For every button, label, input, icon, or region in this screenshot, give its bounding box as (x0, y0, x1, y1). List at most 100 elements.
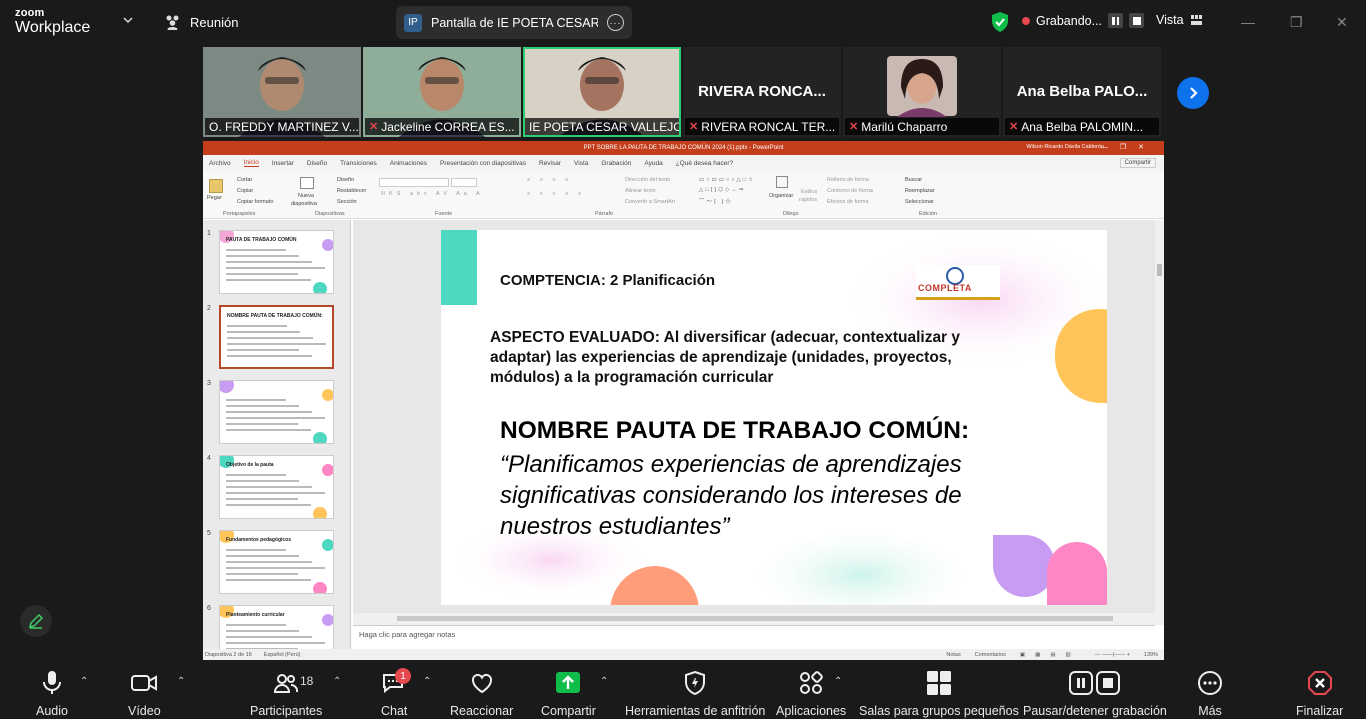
select-button[interactable]: Seleccionar (905, 199, 934, 205)
paste-icon[interactable] (209, 179, 223, 193)
arrange-icon[interactable] (776, 176, 788, 188)
ppt-tab[interactable]: Ayuda (644, 160, 662, 167)
ppt-ribbon: Pegar Cortar Copiar Copiar formato Nueva… (203, 171, 1164, 219)
participant-tile[interactable]: O. FREDDY MARTINEZ V... (203, 47, 361, 137)
shape-effects-button[interactable]: Efectos de forma (827, 199, 869, 205)
replace-button[interactable]: Reemplazar (905, 188, 935, 194)
ppt-tab[interactable]: Archivo (209, 160, 231, 167)
next-page-button[interactable] (1177, 77, 1209, 109)
align-text-button[interactable]: Alinear texto (625, 188, 656, 194)
ppt-tab[interactable]: Vista (574, 160, 588, 167)
notes-pane[interactable]: Haga clic para agregar notas (353, 625, 1155, 649)
breakout-rooms-button[interactable]: Salas para grupos pequeños (859, 670, 1019, 718)
text-direction-button[interactable]: Dirección del texto (625, 177, 670, 183)
slide-canvas: COMPTENCIA: 2 Planificación COMPLETA ASP… (353, 220, 1155, 613)
video-options-caret[interactable]: ⌃ (177, 676, 185, 687)
minimize-icon[interactable]: — (1241, 14, 1255, 30)
view-buttons[interactable]: ▣▦▤▥ (1020, 652, 1081, 658)
arrange-button[interactable]: Organizar (769, 193, 793, 199)
reset-button[interactable]: Restablecer (337, 188, 366, 194)
font-name-input[interactable] (379, 178, 449, 187)
view-button[interactable]: Vista (1156, 13, 1202, 27)
paste-button[interactable]: Pegar (207, 195, 222, 201)
participant-tile[interactable]: IE POETA CESAR VALLEJO (523, 47, 681, 137)
shape-fill-button[interactable]: Relleno de forma (827, 177, 869, 183)
pause-recording-button[interactable]: Pausar/detener grabación (1023, 670, 1167, 718)
shape-outline-button[interactable]: Contorno de forma (827, 188, 873, 194)
share-screen-button[interactable]: Compartir (541, 670, 596, 718)
host-tools-button[interactable]: Herramientas de anfitrión (625, 670, 765, 718)
shared-screen: PPT SOBRE LA PAUTA DE TRABAJO COMÚN 2024… (203, 141, 1164, 660)
ppt-share-button[interactable]: Compartir (1119, 158, 1156, 168)
participant-tile[interactable]: RIVERA RONCA... ✕ RIVERA RONCAL TER... (683, 47, 841, 137)
find-button[interactable]: Buscar (905, 177, 922, 183)
group-editing: Edición (919, 211, 938, 217)
ppt-tab[interactable]: Grabación (601, 160, 631, 167)
comments-toggle[interactable]: Comentarios (975, 652, 1006, 658)
thumbnail-title: Planteamiento curricular (226, 612, 285, 618)
participant-tile[interactable]: ✕ Jackeline CORREA ES... (363, 47, 521, 137)
audio-button[interactable]: Audio (36, 670, 68, 718)
participant-tile[interactable]: Ana Belba PALO... ✕ Ana Belba PALOMIN... (1003, 47, 1161, 137)
new-slide-icon[interactable] (300, 177, 314, 189)
ppt-tab[interactable]: Inicio (243, 159, 259, 167)
more-button[interactable]: Más (1197, 670, 1223, 718)
stop-recording-icon[interactable] (1129, 13, 1145, 28)
participant-name: IE POETA CESAR VALLEJO (529, 119, 679, 134)
shape-pink (1047, 542, 1107, 605)
pause-stop-icon (1068, 671, 1120, 695)
ppt-tab[interactable]: Animaciones (390, 160, 427, 167)
zoom-slider[interactable]: — ——|—— + (1095, 652, 1130, 658)
chat-options-caret[interactable]: ⌃ (423, 676, 431, 687)
slide-thumbnail[interactable] (219, 380, 334, 444)
end-meeting-button[interactable]: Finalizar (1296, 670, 1343, 718)
slide-thumbnail[interactable]: Objetivo de la pauta (219, 455, 334, 519)
format-painter-button[interactable]: Copiar formato (237, 199, 273, 205)
font-size-input[interactable] (451, 178, 477, 187)
react-label: Reaccionar (450, 704, 514, 718)
participant-tile[interactable]: ✕ Marilú Chaparro (843, 47, 1001, 137)
annotate-button[interactable] (20, 605, 52, 637)
copy-button[interactable]: Copiar (237, 188, 253, 194)
meeting-info-button[interactable]: Reunión (164, 14, 238, 30)
ppt-tab[interactable]: ¿Qué desea hacer? (676, 160, 733, 167)
share-indicator[interactable]: IP Pantalla de IE POETA CESAR VALI ··· (396, 6, 632, 39)
participants-label: Participantes (250, 704, 323, 718)
ppt-tab[interactable]: Insertar (272, 160, 294, 167)
participants-options-caret[interactable]: ⌃ (333, 676, 341, 687)
slide-thumbnail[interactable]: Fundamentos pedagógicos (219, 530, 334, 594)
cut-button[interactable]: Cortar (237, 177, 252, 183)
share-options-caret[interactable]: ⌃ (600, 676, 608, 687)
chevron-down-icon[interactable] (122, 14, 134, 26)
apps-options-caret[interactable]: ⌃ (834, 676, 842, 687)
horizontal-scrollbar[interactable] (353, 613, 1155, 625)
ppt-tab[interactable]: Presentación con diapositivas (440, 160, 526, 167)
slide-thumbnail[interactable]: PAUTA DE TRABAJO COMÚN (219, 230, 334, 294)
ppt-window-controls[interactable]: —❐✕ (1101, 143, 1156, 151)
quick-styles-button[interactable]: Estilos (801, 189, 817, 195)
maximize-icon[interactable]: ❐ (1290, 14, 1303, 31)
chat-button[interactable]: Chat 1 (381, 668, 411, 718)
video-button[interactable]: Vídeo (128, 670, 161, 718)
language-indicator[interactable]: Español (Perú) (264, 652, 301, 658)
ppt-tab[interactable]: Revisar (539, 160, 561, 167)
react-button[interactable]: Reaccionar (450, 670, 513, 718)
security-shield-icon[interactable] (990, 11, 1010, 33)
more-dots-icon[interactable]: ··· (607, 14, 624, 31)
ppt-tab[interactable]: Diseño (307, 160, 327, 167)
smartart-button[interactable]: Convertir a SmartArt (625, 199, 675, 205)
new-slide-button[interactable]: Nueva (298, 193, 314, 199)
audio-options-caret[interactable]: ⌃ (80, 676, 88, 687)
layout-button[interactable]: Diseño (337, 177, 354, 183)
slide-thumbnail[interactable]: NOMBRE PAUTA DE TRABAJO COMÚN: (219, 305, 334, 369)
zoom-level[interactable]: 139% (1144, 652, 1158, 658)
ppt-tab[interactable]: Transiciones (340, 160, 377, 167)
close-icon[interactable]: ✕ (1336, 14, 1348, 31)
vertical-scrollbar[interactable] (1155, 220, 1164, 625)
notes-toggle[interactable]: Notas (946, 652, 960, 658)
section-button[interactable]: Sección (337, 199, 357, 205)
host-tools-label: Herramientas de anfitrión (625, 704, 766, 718)
pause-recording-icon[interactable] (1108, 13, 1124, 28)
pause-recording-label: Pausar/detener grabación (1023, 704, 1167, 718)
participant-name: Jackeline CORREA ES... (381, 119, 515, 134)
